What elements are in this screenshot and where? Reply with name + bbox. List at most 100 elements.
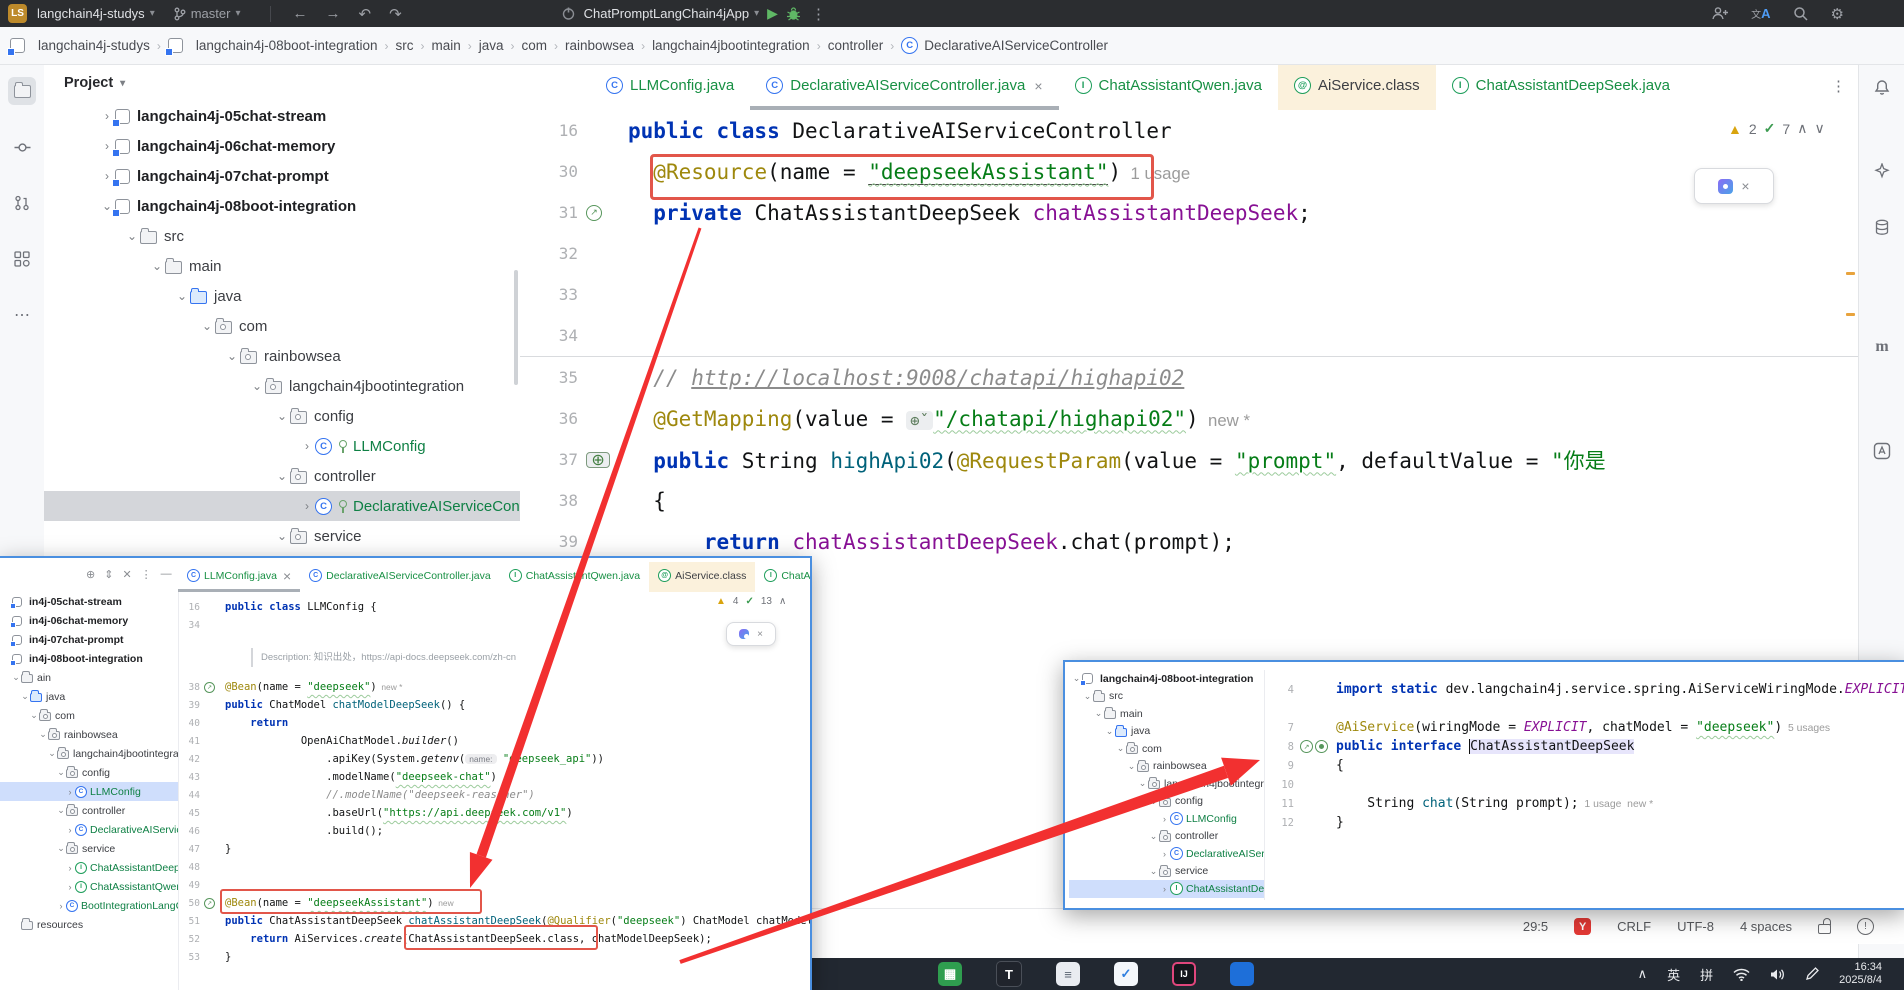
translate-icon[interactable]: 文A: [1751, 6, 1770, 21]
editor-tab[interactable]: IChatAssistantQwen.java: [1059, 65, 1278, 110]
chevron-collapsed-icon[interactable]: ›: [1159, 884, 1170, 894]
code-text[interactable]: return chatAssistantDeepSeek.chat(prompt…: [620, 530, 1235, 554]
tree-item-resources[interactable]: resources: [0, 915, 178, 934]
code-text[interactable]: {: [1330, 758, 1344, 773]
wifi-icon[interactable]: [1733, 968, 1750, 981]
editor-tab[interactable]: @AiService.class: [1278, 65, 1436, 110]
chevron-expanded-icon[interactable]: ⌄: [274, 409, 290, 423]
tree-item-langchain4j-05chat-stream[interactable]: ›langchain4j-05chat-stream: [44, 101, 520, 131]
code-text[interactable]: .build();: [220, 825, 383, 837]
tree-item-langchain4j-07chat-prompt[interactable]: ›langchain4j-07chat-prompt: [44, 161, 520, 191]
chevron-collapsed-icon[interactable]: ›: [299, 499, 315, 513]
breadcrumb-item[interactable]: com: [522, 38, 548, 53]
chevron-expanded-icon[interactable]: ⌄: [1148, 831, 1159, 842]
search-icon[interactable]: [1793, 6, 1809, 22]
code-text[interactable]: return: [220, 717, 288, 729]
run-configuration-selector[interactable]: ChatPromptLangChain4jApp ▾: [584, 6, 760, 21]
taskbar-app-1[interactable]: ▦: [938, 962, 962, 986]
hide-icon[interactable]: —: [161, 568, 172, 581]
tree-item-config[interactable]: ⌄config: [0, 763, 178, 782]
code-text[interactable]: }: [220, 951, 231, 963]
tree-item-com[interactable]: ⌄com: [1069, 740, 1264, 758]
project-widget[interactable]: langchain4j-studys ▾: [37, 6, 155, 21]
code-text[interactable]: public interface ChatAssistantDeepSeek: [1330, 739, 1634, 754]
next-problem-icon[interactable]: ∨: [1814, 120, 1824, 137]
tree-item-rainbowsea[interactable]: ⌄rainbowsea: [0, 725, 178, 744]
tree-item-ChatAssistantDeepSeek[interactable]: ›IChatAssistantDeepSeek: [1069, 880, 1264, 898]
settings-gear-icon[interactable]: ⚙: [1831, 5, 1844, 23]
back-arrow-icon[interactable]: ←: [292, 5, 307, 22]
tree-item-langchain4jbootintegration[interactable]: ⌄langchain4jbootintegration: [0, 744, 178, 763]
tree-item-LLMConfig[interactable]: ›CLLMConfig: [1069, 810, 1264, 828]
tree-item-langchain4jbootintegration[interactable]: ⌄langchain4jbootintegration: [44, 371, 520, 401]
close-icon[interactable]: ×: [1741, 178, 1749, 194]
editor-tab[interactable]: @AiService.class: [649, 562, 755, 592]
tree-item-LLMConfig[interactable]: ›CLLMConfig: [44, 431, 520, 461]
tab-close-icon[interactable]: ×: [1034, 78, 1042, 94]
chevron-expanded-icon[interactable]: ⌄: [1126, 761, 1137, 772]
taskbar-app-notepad[interactable]: ≡: [1056, 962, 1080, 986]
code-text[interactable]: private ChatAssistantDeepSeek chatAssist…: [620, 201, 1311, 225]
input-language-indicator[interactable]: 英: [1667, 965, 1680, 984]
notification-circle-icon[interactable]: !: [1857, 918, 1874, 935]
tree-item-controller[interactable]: ⌄controller: [0, 801, 178, 820]
locate-icon[interactable]: ⊕: [86, 568, 95, 581]
tree-scrollbar[interactable]: [514, 270, 518, 385]
tree-item-langchain4j-08boot-integration[interactable]: ⌄langchain4j-08boot-integration: [44, 191, 520, 221]
tree-item-java[interactable]: ⌄java: [1069, 723, 1264, 741]
caret-position[interactable]: 29:5: [1523, 919, 1548, 934]
code-text[interactable]: {: [620, 489, 666, 513]
more-run-options-icon[interactable]: ⋮: [811, 5, 826, 23]
tree-item-rainbowsea[interactable]: ⌄rainbowsea: [1069, 758, 1264, 776]
chevron-expanded-icon[interactable]: ⌄: [1115, 743, 1126, 754]
endpoint-globe-gutter-icon[interactable]: ⊕: [586, 452, 610, 468]
editor-tab[interactable]: IChatAssistantQwen.java: [500, 562, 649, 592]
tree-item-in4j-05chat-stream[interactable]: in4j-05chat-stream: [0, 592, 178, 611]
code-text[interactable]: @AiService(wiringMode = EXPLICIT, chatMo…: [1330, 720, 1830, 735]
inspections-widget[interactable]: ▲2 ✓7 ∧ ∨: [1728, 120, 1825, 137]
chevron-expanded-icon[interactable]: ⌄: [11, 672, 21, 683]
editor-tab[interactable]: IChatAssistantDeepSeek.java: [755, 562, 812, 592]
redo-arrow-icon[interactable]: ↷: [389, 5, 402, 23]
tree-item-DeclarativeAIServiceContro[interactable]: ›CDeclarativeAIServiceContro: [0, 820, 178, 839]
commit-icon[interactable]: [8, 133, 36, 161]
tree-item-controller[interactable]: ⌄controller: [44, 461, 520, 491]
taskbar-app-idea[interactable]: IJ: [1172, 962, 1196, 986]
indent-indicator[interactable]: 4 spaces: [1740, 919, 1792, 934]
code-text[interactable]: import static dev.langchain4j.service.sp…: [1330, 682, 1904, 697]
code-text[interactable]: .baseUrl("https://api.deepseek.com/v1"): [220, 807, 573, 819]
breadcrumb-item[interactable]: java: [479, 38, 504, 53]
tab-close-icon[interactable]: ×: [283, 568, 291, 584]
pen-icon[interactable]: [1805, 967, 1819, 981]
code-text[interactable]: Description: 知识出处，https://api-docs.deeps…: [220, 649, 524, 663]
code-text[interactable]: }: [1330, 815, 1344, 830]
tree-item-com[interactable]: ⌄com: [44, 311, 520, 341]
vcs-branch-widget[interactable]: master ▾: [173, 6, 241, 21]
tree-item-java[interactable]: ⌄java: [0, 687, 178, 706]
code-text[interactable]: public ChatModel chatModelDeepSeek() {: [220, 699, 465, 711]
chevron-collapsed-icon[interactable]: ›: [65, 863, 75, 873]
notifications-bell-icon[interactable]: [1868, 73, 1896, 101]
ai-chat-icon[interactable]: [1868, 437, 1896, 465]
code-text[interactable]: @Bean(name = "deepseek") new *: [220, 681, 402, 693]
tree-item-ChatAssistantDeepSeek[interactable]: ›IChatAssistantDeepSeek: [0, 858, 178, 877]
tree-item-src[interactable]: ⌄src: [44, 221, 520, 251]
tree-item-ain[interactable]: ⌄ain: [0, 668, 178, 687]
tree-item-in4j-08boot-integration[interactable]: in4j-08boot-integration: [0, 649, 178, 668]
run-button[interactable]: ▶: [767, 5, 778, 22]
code-text[interactable]: public class LLMConfig {: [220, 601, 377, 613]
tree-item-DeclarativeAIServiceContro[interactable]: ›CDeclarativeAIServiceContro: [44, 491, 520, 521]
chevron-expanded-icon[interactable]: ⌄: [1093, 708, 1104, 719]
chevron-expanded-icon[interactable]: ⌄: [56, 805, 66, 816]
tree-item-com[interactable]: ⌄com: [0, 706, 178, 725]
tray-expand-icon[interactable]: ∧: [1638, 966, 1648, 982]
tab-options-kebab-icon[interactable]: ⋮: [1831, 77, 1846, 95]
chevron-expanded-icon[interactable]: ⌄: [20, 691, 30, 702]
taskbar-clock[interactable]: 16:34 2025/8/4: [1839, 961, 1882, 987]
code-text[interactable]: String chat(String prompt); 1 usage new …: [1330, 796, 1653, 811]
tree-item-src[interactable]: ⌄src: [1069, 688, 1264, 706]
tree-item-LLMConfig[interactable]: ›CLLMConfig: [0, 782, 178, 801]
pinned-screenshot-chatassistant[interactable]: ⌄langchain4j-08boot-integration⌄src⌄main…: [1063, 660, 1904, 910]
pull-requests-icon[interactable]: [8, 189, 36, 217]
breadcrumb-item[interactable]: src: [395, 38, 413, 53]
